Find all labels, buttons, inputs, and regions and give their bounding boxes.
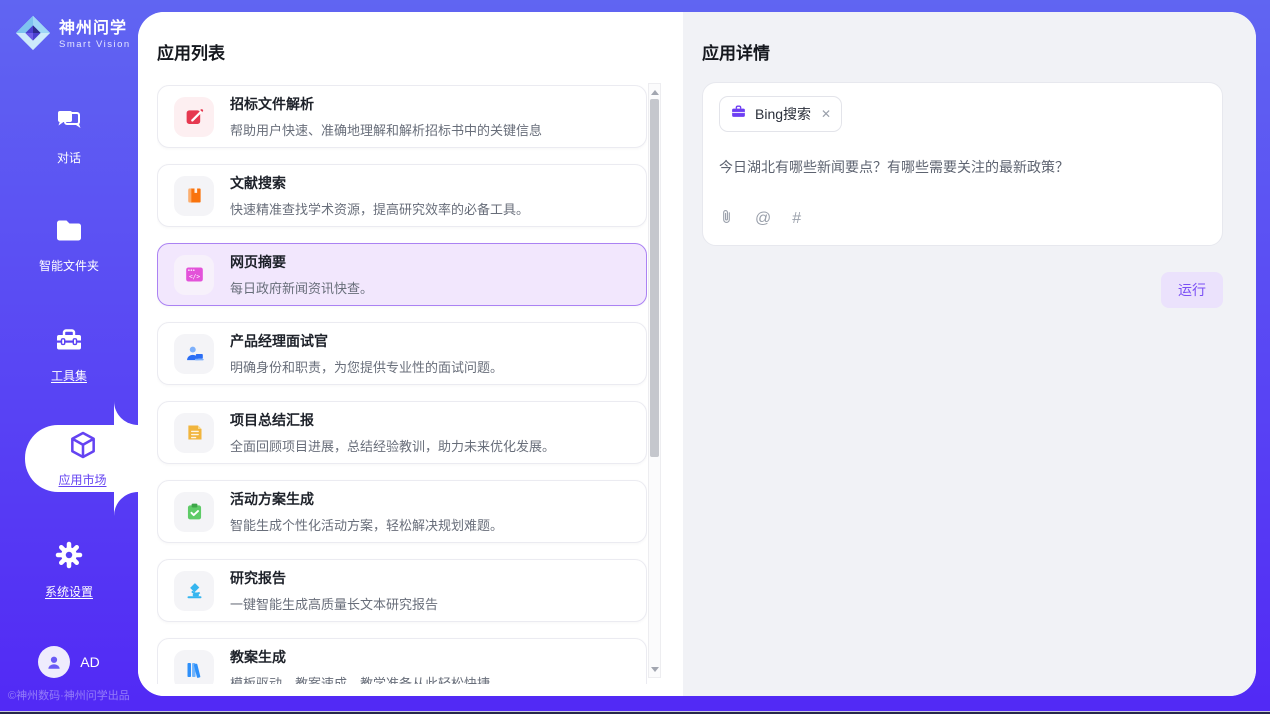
edit-square-icon [174,97,214,137]
brand-logo: 神州问学 Smart Vision [14,14,131,57]
svg-text:</>: </> [188,274,199,281]
app-card-desc: 模板驱动，教案速成，教学准备从此轻松快捷 [230,673,490,684]
app-card-desc: 快速精准查找学术资源，提高研究效率的必备工具。 [230,199,529,218]
chat-icon [54,108,84,141]
app-card-desc: 每日政府新闻资讯快查。 [230,278,373,297]
bubble-curve-top [114,401,140,425]
scrollbar-up-arrow[interactable] [649,85,660,99]
note-icon [174,413,214,453]
app-detail-title: 应用详情 [702,39,770,64]
run-button[interactable]: 运行 [1161,272,1223,308]
sidebar-item-settings[interactable]: 系统设置 [0,540,138,600]
sidebar-item-label: 应用市场 [58,471,106,488]
prompt-card[interactable]: Bing搜索 ✕ 今日湖北有哪些新闻要点？有哪些需要关注的最新政策？ @ # [702,82,1223,246]
app-card-title: 活动方案生成 [230,489,503,509]
tool-chip-bing-search[interactable]: Bing搜索 ✕ [719,96,842,132]
book-icon [174,176,214,216]
close-icon[interactable]: ✕ [821,107,831,121]
app-list-scrollbar[interactable] [648,83,661,678]
app-card-bid-analysis[interactable]: 招标文件解析 帮助用户快速、准确地理解和解析招标书中的关键信息 [157,85,647,148]
sidebar-item-label: 工具集 [51,367,87,384]
paperclip-icon[interactable] [719,208,734,230]
app-card-event-plan[interactable]: 活动方案生成 智能生成个性化活动方案，轻松解决规划难题。 [157,480,647,543]
app-card-research-report[interactable]: 研究报告 一键智能生成高质量长文本研究报告 [157,559,647,622]
app-card-title: 研究报告 [230,568,438,588]
app-card-lesson-plan[interactable]: 教案生成 模板驱动，教案速成，教学准备从此轻松快捷 [157,638,647,684]
hash-icon[interactable]: # [792,211,801,227]
sidebar-item-label: 系统设置 [45,583,93,600]
app-card-desc: 明确身份和职责，为您提供专业性的面试问题。 [230,357,503,376]
app-card-title: 产品经理面试官 [230,331,503,351]
app-card-title: 教案生成 [230,647,490,667]
app-card-desc: 一键智能生成高质量长文本研究报告 [230,594,438,613]
scrollbar-thumb[interactable] [650,99,659,457]
sidebar-item-label: 智能文件夹 [39,257,99,274]
app-card-desc: 智能生成个性化活动方案，轻松解决规划难题。 [230,515,503,534]
app-detail-panel: 应用详情 Bing搜索 ✕ 今日湖北有哪些新闻要点？有哪些需要关注的最新政策？ [683,12,1256,696]
app-card-title: 招标文件解析 [230,94,542,114]
main-content: 应用列表 招标文件解析 帮助用户快速、准确地理解和解析招标书中的关键信息 [138,12,1256,696]
bubble-curve-bottom [114,492,140,516]
sidebar-item-toolset[interactable]: 工具集 [0,326,138,384]
at-icon[interactable]: @ [755,211,771,227]
app-list-title: 应用列表 [157,39,225,64]
sidebar-item-label: 对话 [57,149,81,166]
sidebar: 神州问学 Smart Vision 对话 智能文件夹 [0,0,138,714]
app-card-project-summary[interactable]: 项目总结汇报 全面回顾项目进展，总结经验教训，助力未来优化发展。 [157,401,647,464]
tool-chip-label: Bing搜索 [755,104,811,124]
interviewer-icon [174,334,214,374]
cube-icon [67,429,99,466]
books-icon [174,650,214,685]
app-card-desc: 帮助用户快速、准确地理解和解析招标书中的关键信息 [230,120,542,139]
app-card-title: 项目总结汇报 [230,410,555,430]
scrollbar-down-arrow[interactable] [649,662,660,676]
avatar [38,646,70,678]
composer-toolbar: @ # [719,208,1206,232]
app-card-web-summary[interactable]: </> 网页摘要 每日政府新闻资讯快查。 [157,243,647,306]
copyright-text: ©神州数码·神州问学出品 [8,687,130,703]
app-card-title: 文献搜索 [230,173,529,193]
toolbox-icon [54,326,84,359]
app-card-title: 网页摘要 [230,252,373,272]
briefcase-icon [730,103,747,125]
app-card-desc: 全面回顾项目进展，总结经验教训，助力未来优化发展。 [230,436,555,455]
folder-icon [54,218,84,249]
brand-subtitle: Smart Vision [59,40,131,50]
app-list-panel: 应用列表 招标文件解析 帮助用户快速、准确地理解和解析招标书中的关键信息 [138,12,683,696]
sidebar-item-smart-folder[interactable]: 智能文件夹 [0,218,138,274]
app-card-pm-interviewer[interactable]: 产品经理面试官 明确身份和职责，为您提供专业性的面试问题。 [157,322,647,385]
user-account[interactable]: AD [0,646,138,678]
clipboard-check-icon [174,492,214,532]
browser-code-icon: </> [174,255,214,295]
query-input[interactable]: 今日湖北有哪些新闻要点？有哪些需要关注的最新政策？ [719,157,1206,177]
sidebar-item-chat[interactable]: 对话 [0,108,138,166]
gear-icon [54,540,84,575]
brand-name: 神州问学 [59,21,131,38]
user-initials: AD [80,654,99,670]
app-card-literature-search[interactable]: 文献搜索 快速精准查找学术资源，提高研究效率的必备工具。 [157,164,647,227]
microscope-icon [174,571,214,611]
sidebar-item-app-market[interactable]: 应用市场 [25,425,140,492]
app-list: 招标文件解析 帮助用户快速、准确地理解和解析招标书中的关键信息 文献搜索 快速精… [157,85,647,684]
gem-logo-icon [14,14,52,57]
